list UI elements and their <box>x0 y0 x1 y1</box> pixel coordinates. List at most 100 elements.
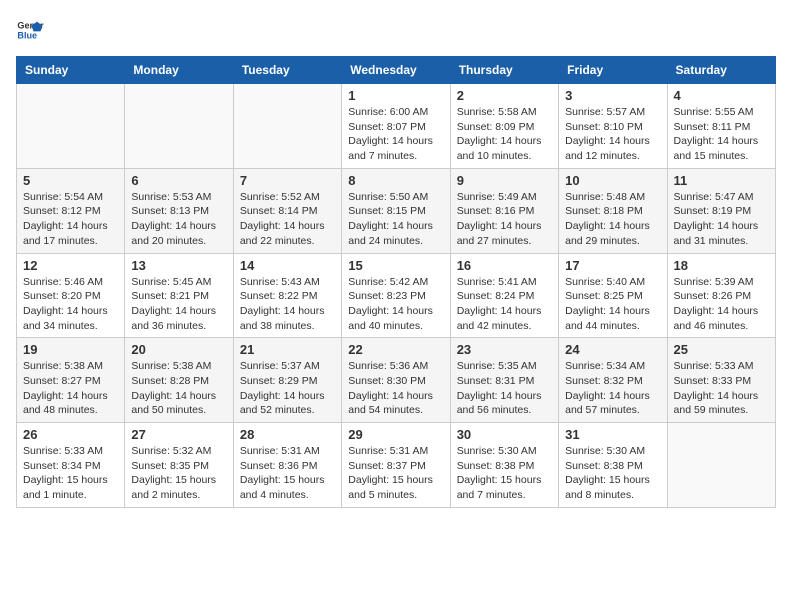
day-info: Sunrise: 5:58 AM Sunset: 8:09 PM Dayligh… <box>457 105 552 164</box>
calendar-cell: 7 Sunrise: 5:52 AM Sunset: 8:14 PM Daylig… <box>233 168 341 253</box>
day-info: Sunrise: 5:52 AM Sunset: 8:14 PM Dayligh… <box>240 190 335 249</box>
calendar-table: SundayMondayTuesdayWednesdayThursdayFrid… <box>16 56 776 508</box>
calendar-cell: 20 Sunrise: 5:38 AM Sunset: 8:28 PM Dayli… <box>125 338 233 423</box>
calendar-cell: 16 Sunrise: 5:41 AM Sunset: 8:24 PM Dayli… <box>450 253 558 338</box>
calendar-cell <box>17 84 125 169</box>
day-info: Sunrise: 5:32 AM Sunset: 8:35 PM Dayligh… <box>131 444 226 503</box>
calendar-cell: 28 Sunrise: 5:31 AM Sunset: 8:36 PM Dayli… <box>233 423 341 508</box>
day-number: 31 <box>565 427 660 442</box>
day-number: 21 <box>240 342 335 357</box>
day-number: 29 <box>348 427 443 442</box>
day-number: 5 <box>23 173 118 188</box>
day-info: Sunrise: 5:33 AM Sunset: 8:34 PM Dayligh… <box>23 444 118 503</box>
calendar-cell: 19 Sunrise: 5:38 AM Sunset: 8:27 PM Dayli… <box>17 338 125 423</box>
day-info: Sunrise: 5:31 AM Sunset: 8:36 PM Dayligh… <box>240 444 335 503</box>
column-header-wednesday: Wednesday <box>342 57 450 84</box>
day-number: 28 <box>240 427 335 442</box>
calendar-cell: 2 Sunrise: 5:58 AM Sunset: 8:09 PM Daylig… <box>450 84 558 169</box>
calendar-week-row: 5 Sunrise: 5:54 AM Sunset: 8:12 PM Daylig… <box>17 168 776 253</box>
day-number: 27 <box>131 427 226 442</box>
day-number: 17 <box>565 258 660 273</box>
day-number: 26 <box>23 427 118 442</box>
day-info: Sunrise: 5:39 AM Sunset: 8:26 PM Dayligh… <box>674 275 769 334</box>
day-number: 25 <box>674 342 769 357</box>
calendar-week-row: 1Sunrise: 6:00 AM Sunset: 8:07 PM Daylig… <box>17 84 776 169</box>
calendar-cell: 1Sunrise: 6:00 AM Sunset: 8:07 PM Daylig… <box>342 84 450 169</box>
day-info: Sunrise: 5:54 AM Sunset: 8:12 PM Dayligh… <box>23 190 118 249</box>
calendar-cell <box>667 423 775 508</box>
day-info: Sunrise: 5:46 AM Sunset: 8:20 PM Dayligh… <box>23 275 118 334</box>
day-info: Sunrise: 5:50 AM Sunset: 8:15 PM Dayligh… <box>348 190 443 249</box>
calendar-cell: 6 Sunrise: 5:53 AM Sunset: 8:13 PM Daylig… <box>125 168 233 253</box>
day-number: 13 <box>131 258 226 273</box>
calendar-cell: 18 Sunrise: 5:39 AM Sunset: 8:26 PM Dayli… <box>667 253 775 338</box>
logo: General Blue <box>16 16 44 44</box>
calendar-cell: 11 Sunrise: 5:47 AM Sunset: 8:19 PM Dayli… <box>667 168 775 253</box>
calendar-cell: 9Sunrise: 5:49 AM Sunset: 8:16 PM Daylig… <box>450 168 558 253</box>
day-number: 30 <box>457 427 552 442</box>
day-info: Sunrise: 5:41 AM Sunset: 8:24 PM Dayligh… <box>457 275 552 334</box>
day-number: 2 <box>457 88 552 103</box>
column-header-thursday: Thursday <box>450 57 558 84</box>
calendar-cell: 4 Sunrise: 5:55 AM Sunset: 8:11 PM Daylig… <box>667 84 775 169</box>
calendar-week-row: 12 Sunrise: 5:46 AM Sunset: 8:20 PM Dayli… <box>17 253 776 338</box>
day-info: Sunrise: 5:47 AM Sunset: 8:19 PM Dayligh… <box>674 190 769 249</box>
day-info: Sunrise: 5:40 AM Sunset: 8:25 PM Dayligh… <box>565 275 660 334</box>
day-info: Sunrise: 5:55 AM Sunset: 8:11 PM Dayligh… <box>674 105 769 164</box>
day-number: 3 <box>565 88 660 103</box>
calendar-cell: 23 Sunrise: 5:35 AM Sunset: 8:31 PM Dayli… <box>450 338 558 423</box>
day-info: Sunrise: 5:49 AM Sunset: 8:16 PM Dayligh… <box>457 190 552 249</box>
calendar-cell: 14 Sunrise: 5:43 AM Sunset: 8:22 PM Dayli… <box>233 253 341 338</box>
day-info: Sunrise: 5:33 AM Sunset: 8:33 PM Dayligh… <box>674 359 769 418</box>
day-info: Sunrise: 5:30 AM Sunset: 8:38 PM Dayligh… <box>457 444 552 503</box>
day-number: 15 <box>348 258 443 273</box>
calendar-cell: 31 Sunrise: 5:30 AM Sunset: 8:38 PM Dayli… <box>559 423 667 508</box>
day-info: Sunrise: 5:53 AM Sunset: 8:13 PM Dayligh… <box>131 190 226 249</box>
calendar-cell: 24 Sunrise: 5:34 AM Sunset: 8:32 PM Dayli… <box>559 338 667 423</box>
day-number: 24 <box>565 342 660 357</box>
day-info: Sunrise: 5:43 AM Sunset: 8:22 PM Dayligh… <box>240 275 335 334</box>
day-number: 16 <box>457 258 552 273</box>
column-header-friday: Friday <box>559 57 667 84</box>
day-info: Sunrise: 5:30 AM Sunset: 8:38 PM Dayligh… <box>565 444 660 503</box>
column-header-saturday: Saturday <box>667 57 775 84</box>
column-header-monday: Monday <box>125 57 233 84</box>
day-number: 20 <box>131 342 226 357</box>
day-info: Sunrise: 5:38 AM Sunset: 8:27 PM Dayligh… <box>23 359 118 418</box>
day-info: Sunrise: 5:37 AM Sunset: 8:29 PM Dayligh… <box>240 359 335 418</box>
svg-text:Blue: Blue <box>17 30 37 40</box>
calendar-cell: 25 Sunrise: 5:33 AM Sunset: 8:33 PM Dayli… <box>667 338 775 423</box>
day-number: 22 <box>348 342 443 357</box>
day-number: 11 <box>674 173 769 188</box>
day-info: Sunrise: 5:42 AM Sunset: 8:23 PM Dayligh… <box>348 275 443 334</box>
calendar-cell: 26 Sunrise: 5:33 AM Sunset: 8:34 PM Dayli… <box>17 423 125 508</box>
day-number: 4 <box>674 88 769 103</box>
day-number: 10 <box>565 173 660 188</box>
day-number: 7 <box>240 173 335 188</box>
calendar-cell: 15 Sunrise: 5:42 AM Sunset: 8:23 PM Dayli… <box>342 253 450 338</box>
day-number: 12 <box>23 258 118 273</box>
day-number: 14 <box>240 258 335 273</box>
calendar-cell: 10Sunrise: 5:48 AM Sunset: 8:18 PM Dayli… <box>559 168 667 253</box>
day-number: 6 <box>131 173 226 188</box>
calendar-cell: 17 Sunrise: 5:40 AM Sunset: 8:25 PM Dayli… <box>559 253 667 338</box>
day-number: 23 <box>457 342 552 357</box>
calendar-cell: 27 Sunrise: 5:32 AM Sunset: 8:35 PM Dayli… <box>125 423 233 508</box>
logo-icon: General Blue <box>16 16 44 44</box>
day-info: Sunrise: 5:36 AM Sunset: 8:30 PM Dayligh… <box>348 359 443 418</box>
day-number: 1 <box>348 88 443 103</box>
day-info: Sunrise: 5:35 AM Sunset: 8:31 PM Dayligh… <box>457 359 552 418</box>
day-number: 19 <box>23 342 118 357</box>
column-header-sunday: Sunday <box>17 57 125 84</box>
calendar-cell: 22 Sunrise: 5:36 AM Sunset: 8:30 PM Dayli… <box>342 338 450 423</box>
day-info: Sunrise: 5:38 AM Sunset: 8:28 PM Dayligh… <box>131 359 226 418</box>
day-info: Sunrise: 5:31 AM Sunset: 8:37 PM Dayligh… <box>348 444 443 503</box>
day-info: Sunrise: 5:34 AM Sunset: 8:32 PM Dayligh… <box>565 359 660 418</box>
calendar-cell: 8 Sunrise: 5:50 AM Sunset: 8:15 PM Daylig… <box>342 168 450 253</box>
day-number: 8 <box>348 173 443 188</box>
calendar-cell: 3Sunrise: 5:57 AM Sunset: 8:10 PM Daylig… <box>559 84 667 169</box>
calendar-week-row: 19 Sunrise: 5:38 AM Sunset: 8:27 PM Dayli… <box>17 338 776 423</box>
day-number: 18 <box>674 258 769 273</box>
calendar-cell <box>125 84 233 169</box>
calendar-cell: 13Sunrise: 5:45 AM Sunset: 8:21 PM Dayli… <box>125 253 233 338</box>
